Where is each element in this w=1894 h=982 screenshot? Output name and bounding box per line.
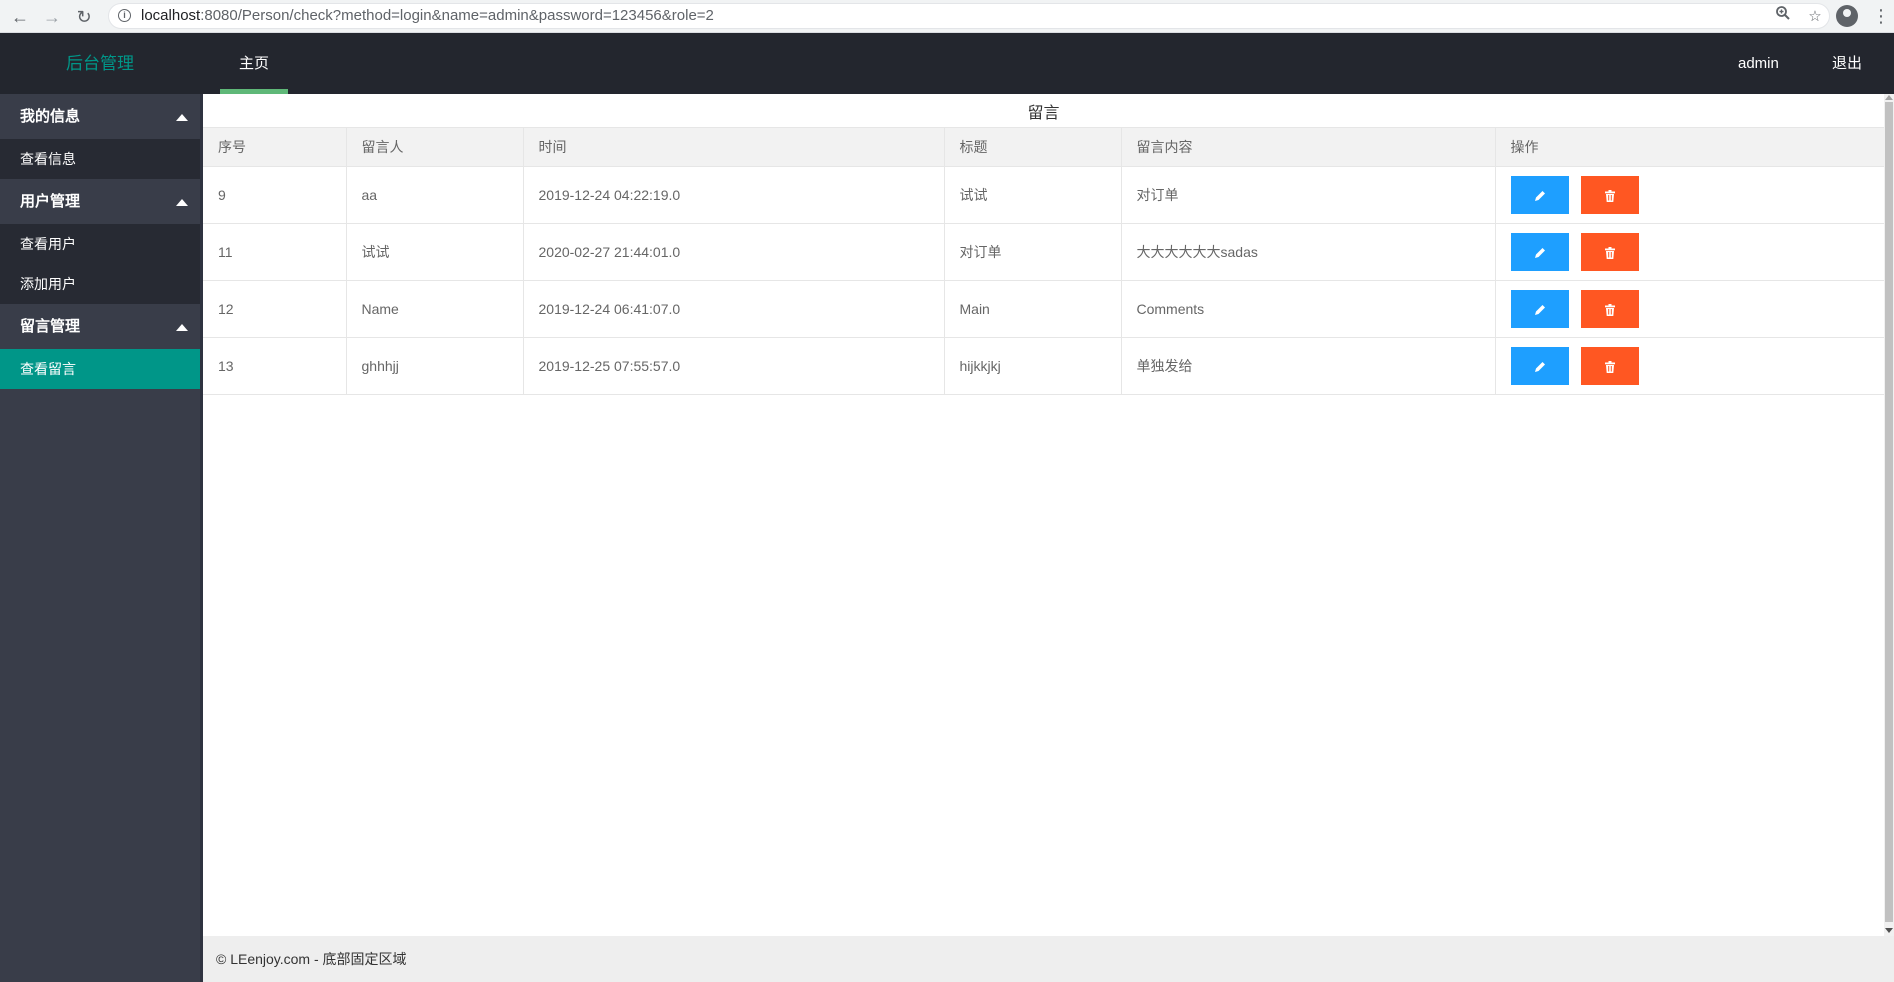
cell-title: Main — [944, 280, 1122, 338]
column-header-actions: 操作 — [1495, 127, 1884, 167]
caret-up-icon — [176, 324, 188, 331]
pencil-icon — [1534, 305, 1545, 316]
cell-time: 2019-12-24 04:22:19.0 — [523, 166, 945, 224]
sidebar-group-messages[interactable]: 留言管理 — [0, 304, 200, 349]
delete-button[interactable] — [1580, 290, 1639, 328]
pencil-icon — [1534, 191, 1545, 202]
sidebar-group-label: 我的信息 — [20, 108, 81, 125]
sidebar-group-label: 留言管理 — [20, 318, 81, 335]
star-bookmark-icon[interactable]: ☆ — [1803, 5, 1827, 29]
cell-id: 9 — [203, 166, 347, 224]
delete-button[interactable] — [1580, 233, 1639, 271]
footer-text: © LEenjoy.com - 底部固定区域 — [216, 951, 407, 967]
caret-up-icon — [176, 199, 188, 206]
cell-time: 2020-02-27 21:44:01.0 — [523, 223, 945, 281]
pencil-icon — [1534, 362, 1545, 373]
column-header-content[interactable]: 留言内容 — [1121, 127, 1496, 167]
info-icon[interactable]: i — [118, 9, 131, 22]
cell-content: 单独发给 — [1121, 337, 1496, 395]
logout-link[interactable]: 退出 — [1832, 33, 1862, 94]
sidebar-group-my-info[interactable]: 我的信息 — [0, 94, 200, 139]
cell-id: 11 — [203, 223, 347, 281]
cell-author: ghhhjj — [346, 337, 524, 395]
trash-icon — [1604, 304, 1615, 317]
sidebar-group-user-management[interactable]: 用户管理 — [0, 179, 200, 224]
trash-icon — [1604, 247, 1615, 260]
sidebar-item-view-info[interactable]: 查看信息 — [0, 139, 200, 179]
sidebar-item-add-user[interactable]: 添加用户 — [0, 264, 200, 304]
column-header-id[interactable]: 序号 — [203, 127, 347, 167]
table-header-row: 序号 留言人 时间 标题 留言内容 操作 — [203, 127, 1884, 167]
edit-button[interactable] — [1510, 233, 1569, 271]
cell-author: 试试 — [346, 223, 524, 281]
url-host: localhost — [141, 7, 201, 24]
cell-time: 2019-12-24 06:41:07.0 — [523, 280, 945, 338]
edit-button[interactable] — [1510, 347, 1569, 385]
url-path: :8080/Person/check?method=login&name=adm… — [200, 7, 714, 24]
sidebar-item-view-users[interactable]: 查看用户 — [0, 224, 200, 264]
header-username[interactable]: admin — [1738, 33, 1779, 94]
delete-button[interactable] — [1580, 176, 1639, 214]
cell-id: 13 — [203, 337, 347, 395]
back-arrow-icon[interactable]: ← — [8, 5, 32, 29]
table-row: 11 试试 2020-02-27 21:44:01.0 对订单 大大大大大大sa… — [203, 223, 1884, 281]
scroll-down-arrow-icon[interactable] — [1885, 928, 1893, 933]
delete-button[interactable] — [1580, 347, 1639, 385]
forward-arrow-icon[interactable]: → — [40, 5, 64, 29]
sidebar: 我的信息 查看信息 用户管理 查看用户 添加用户 留言管理 查看留言 — [0, 94, 200, 982]
cell-title: 对订单 — [944, 223, 1122, 281]
nav-home[interactable]: 主页 — [220, 33, 288, 94]
table-row: 12 Name 2019-12-24 06:41:07.0 Main Comme… — [203, 280, 1884, 338]
scroll-up-arrow-icon[interactable] — [1885, 95, 1893, 100]
pencil-icon — [1534, 248, 1545, 259]
cell-time: 2019-12-25 07:55:57.0 — [523, 337, 945, 395]
sidebar-group-label: 用户管理 — [20, 193, 81, 210]
trash-icon — [1604, 190, 1615, 203]
cell-actions — [1495, 337, 1884, 395]
cell-actions — [1495, 223, 1884, 281]
cell-actions — [1495, 166, 1884, 224]
scrollbar-thumb[interactable] — [1885, 102, 1893, 922]
url-text[interactable]: localhost:8080/Person/check?method=login… — [141, 4, 714, 28]
main-content: 留言 序号 留言人 时间 标题 留言内容 操作 9 aa 2019-12-24 … — [200, 94, 1884, 936]
zoom-icon[interactable] — [1771, 5, 1795, 29]
table-row: 13 ghhhjj 2019-12-25 07:55:57.0 hijkkjkj… — [203, 337, 1884, 395]
caret-up-icon — [176, 114, 188, 121]
messages-table: 序号 留言人 时间 标题 留言内容 操作 9 aa 2019-12-24 04:… — [203, 127, 1884, 395]
cell-author: aa — [346, 166, 524, 224]
table-row: 9 aa 2019-12-24 04:22:19.0 试试 对订单 — [203, 166, 1884, 224]
panel-title: 留言 — [1027, 105, 1060, 122]
cell-title: 试试 — [944, 166, 1122, 224]
edit-button[interactable] — [1510, 176, 1569, 214]
sidebar-item-view-messages[interactable]: 查看留言 — [0, 349, 200, 389]
more-menu-icon[interactable]: ⋮ — [1872, 5, 1890, 29]
trash-icon — [1604, 361, 1615, 374]
reload-icon[interactable]: ↻ — [72, 5, 96, 29]
address-bar[interactable]: i localhost:8080/Person/check?method=log… — [108, 3, 1830, 29]
cell-id: 12 — [203, 280, 347, 338]
cell-content: 对订单 — [1121, 166, 1496, 224]
profile-avatar-icon[interactable] — [1836, 5, 1858, 27]
app-logo: 后台管理 — [66, 54, 134, 73]
app-header: 后台管理 主页 admin 退出 — [0, 33, 1894, 94]
cell-content: Comments — [1121, 280, 1496, 338]
cell-author: Name — [346, 280, 524, 338]
column-header-time[interactable]: 时间 — [523, 127, 945, 167]
nav-home-label: 主页 — [238, 55, 269, 72]
footer: © LEenjoy.com - 底部固定区域 — [200, 936, 1894, 982]
page-scrollbar[interactable] — [1884, 94, 1894, 936]
cell-title: hijkkjkj — [944, 337, 1122, 395]
cell-actions — [1495, 280, 1884, 338]
browser-toolbar: ← → ↻ i localhost:8080/Person/check?meth… — [0, 0, 1894, 33]
edit-button[interactable] — [1510, 290, 1569, 328]
cell-content: 大大大大大大sadas — [1121, 223, 1496, 281]
column-header-author[interactable]: 留言人 — [346, 127, 524, 167]
column-header-title[interactable]: 标题 — [944, 127, 1122, 167]
